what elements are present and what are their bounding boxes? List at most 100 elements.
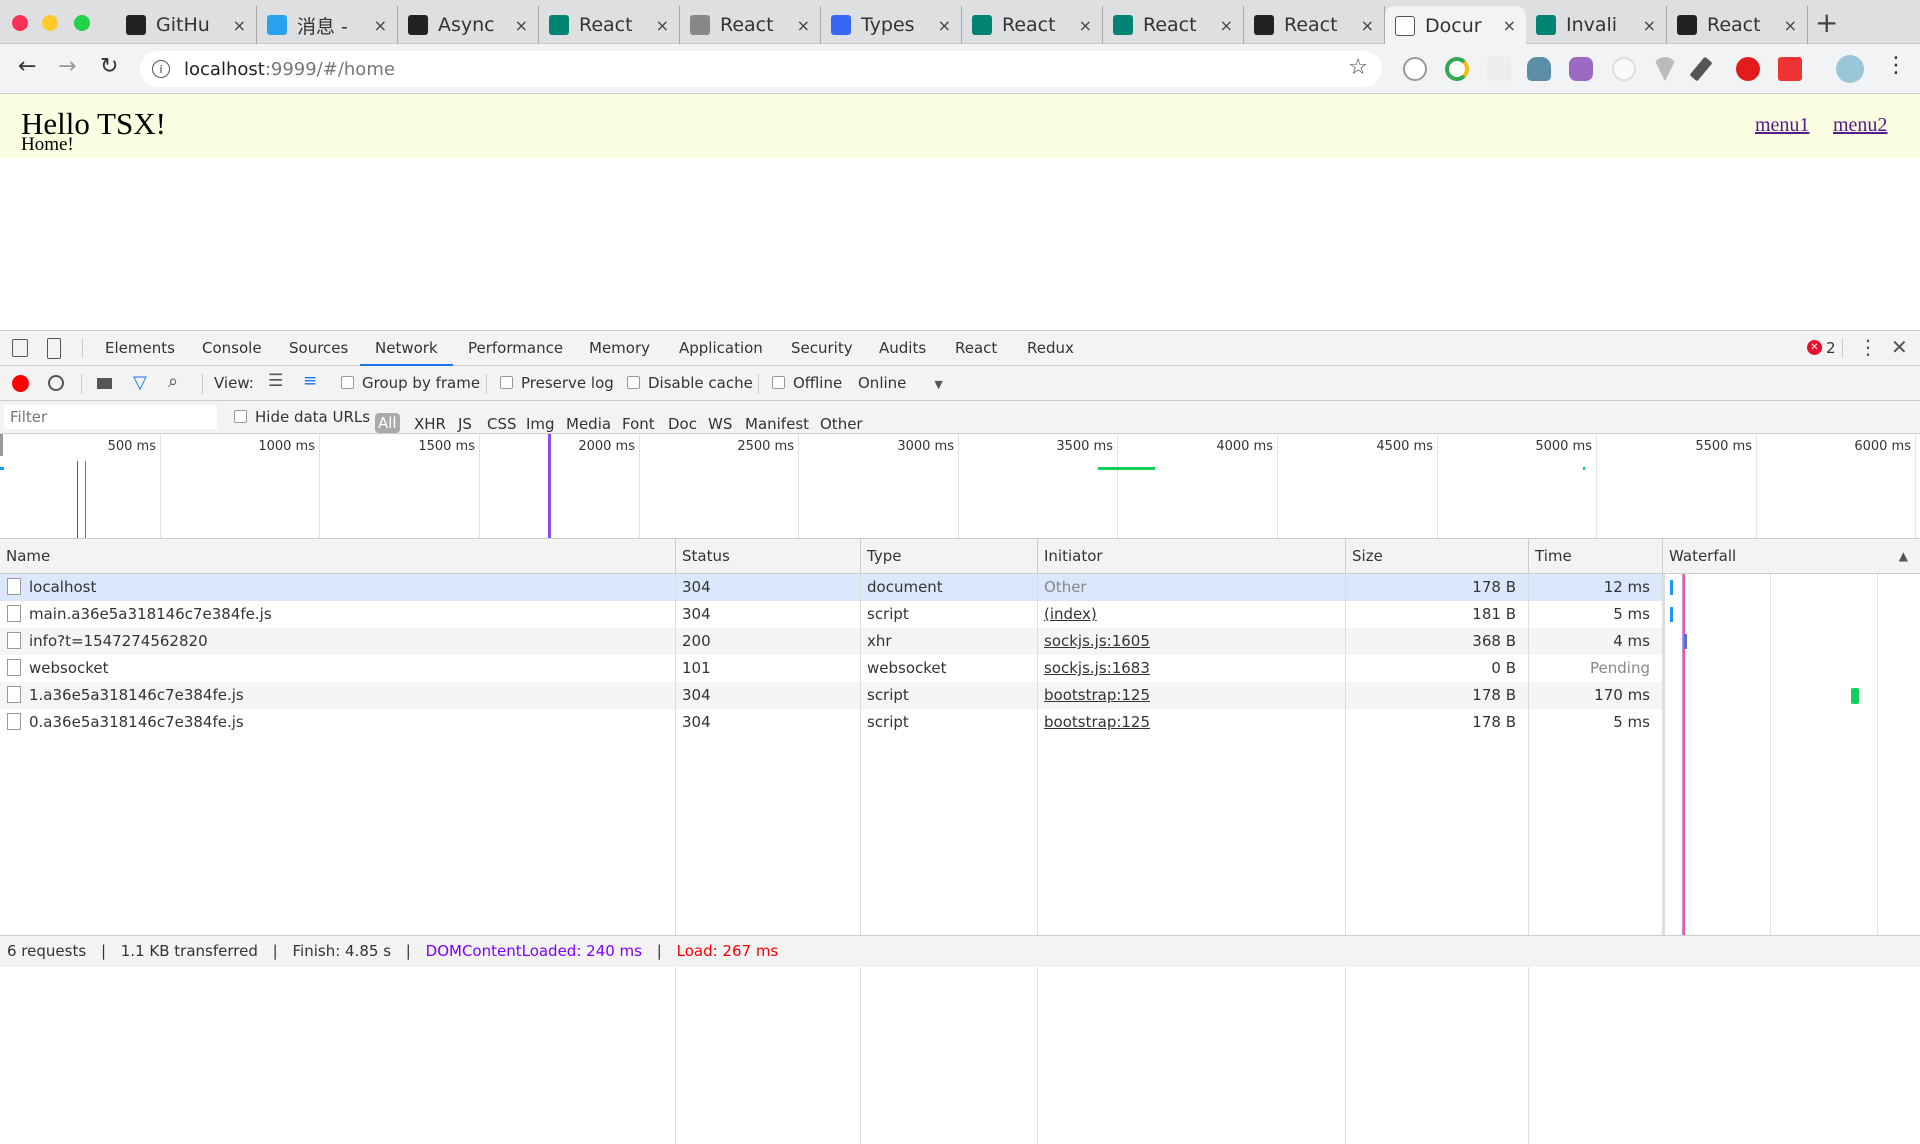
forward-icon[interactable]: → bbox=[58, 54, 76, 79]
browser-tab[interactable]: React × bbox=[962, 6, 1103, 44]
table-row[interactable]: websocket 101 websocket sockjs.js:1683 0 B Pe… bbox=[0, 655, 1662, 682]
filter-type-img[interactable]: Img bbox=[526, 415, 555, 433]
devtools-tab-console[interactable]: Console bbox=[202, 331, 262, 366]
clear-icon[interactable] bbox=[48, 375, 64, 391]
initiator-value[interactable]: bootstrap:125 bbox=[1044, 713, 1150, 731]
browser-tab[interactable]: React × bbox=[680, 6, 821, 44]
address-bar[interactable]: i localhost:9999/#/home ☆ bbox=[140, 51, 1382, 87]
close-window-button[interactable] bbox=[12, 15, 28, 31]
filter-type-all[interactable]: All bbox=[375, 413, 400, 433]
filter-input[interactable] bbox=[4, 405, 217, 429]
column-header-name[interactable]: Name bbox=[0, 539, 675, 574]
search-icon[interactable]: ⌕ bbox=[168, 371, 178, 392]
filter-type-js[interactable]: JS bbox=[458, 415, 472, 433]
initiator-value[interactable]: (index) bbox=[1044, 605, 1097, 623]
browser-tab[interactable]: Invali × bbox=[1526, 6, 1667, 44]
browser-tab[interactable]: Docur × bbox=[1385, 6, 1526, 45]
close-tab-icon[interactable]: × bbox=[938, 16, 951, 35]
extension-icon[interactable] bbox=[1736, 57, 1760, 81]
devtools-tab-sources[interactable]: Sources bbox=[289, 331, 348, 366]
bookmark-star-icon[interactable]: ☆ bbox=[1348, 55, 1368, 80]
browser-tab[interactable]: React × bbox=[1667, 6, 1808, 44]
close-tab-icon[interactable]: × bbox=[515, 16, 528, 35]
browser-tab[interactable]: React × bbox=[1244, 6, 1385, 44]
extension-icon[interactable] bbox=[1569, 57, 1593, 81]
extension-icon[interactable] bbox=[1445, 57, 1469, 81]
filter-type-ws[interactable]: WS bbox=[708, 415, 732, 433]
close-devtools-icon[interactable]: ✕ bbox=[1891, 335, 1908, 359]
error-icon[interactable]: ✕ bbox=[1807, 340, 1822, 355]
devtools-tab-security[interactable]: Security bbox=[791, 331, 853, 366]
extension-icon[interactable] bbox=[1487, 57, 1511, 81]
devtools-menu-icon[interactable]: ⋮ bbox=[1858, 335, 1878, 359]
browser-tab[interactable]: GitHu × bbox=[116, 6, 257, 44]
column-header-time[interactable]: Time bbox=[1528, 539, 1662, 574]
avatar[interactable] bbox=[1836, 55, 1864, 83]
close-tab-icon[interactable]: × bbox=[1643, 16, 1656, 35]
group-by-frame-checkbox[interactable]: Group by frame bbox=[341, 374, 480, 392]
filter-type-css[interactable]: CSS bbox=[487, 415, 517, 433]
table-row[interactable]: localhost 304 document Other 178 B 12 ms bbox=[0, 574, 1662, 601]
timeline-selection-handle[interactable] bbox=[0, 434, 3, 456]
inspect-element-icon[interactable] bbox=[12, 339, 28, 357]
close-tab-icon[interactable]: × bbox=[233, 16, 246, 35]
browser-tab[interactable]: React × bbox=[539, 6, 680, 44]
devtools-tab-performance[interactable]: Performance bbox=[468, 331, 563, 366]
table-row[interactable]: 1.a36e5a318146c7e384fe.js 304 script bootst… bbox=[0, 682, 1662, 709]
extension-icon[interactable] bbox=[1527, 57, 1551, 81]
browser-menu-icon[interactable]: ⋮ bbox=[1885, 53, 1907, 78]
extension-icon[interactable] bbox=[1612, 57, 1636, 81]
filter-type-media[interactable]: Media bbox=[566, 415, 611, 433]
close-tab-icon[interactable]: × bbox=[656, 16, 669, 35]
devtools-tab-react[interactable]: React bbox=[955, 331, 997, 366]
minimize-window-button[interactable] bbox=[42, 15, 58, 31]
error-count[interactable]: 2 bbox=[1826, 339, 1836, 357]
table-row[interactable]: 0.a36e5a318146c7e384fe.js 304 script bootst… bbox=[0, 709, 1662, 736]
initiator-value[interactable]: sockjs.js:1605 bbox=[1044, 632, 1150, 650]
column-header-size[interactable]: Size bbox=[1345, 539, 1528, 574]
eyedropper-icon[interactable] bbox=[1689, 56, 1713, 82]
close-tab-icon[interactable]: × bbox=[1784, 16, 1797, 35]
filter-type-doc[interactable]: Doc bbox=[668, 415, 697, 433]
network-overview-timeline[interactable]: 500 ms 1000 ms 1500 ms 2000 ms 2500 ms 3000 m… bbox=[0, 434, 1920, 539]
filter-type-font[interactable]: Font bbox=[622, 415, 655, 433]
new-tab-button[interactable]: + bbox=[1815, 6, 1838, 39]
devtools-tab-application[interactable]: Application bbox=[679, 331, 763, 366]
browser-tab[interactable]: Types × bbox=[821, 6, 962, 44]
column-header-waterfall[interactable]: Waterfall ▲ bbox=[1662, 539, 1920, 574]
initiator-value[interactable]: bootstrap:125 bbox=[1044, 686, 1150, 704]
vue-devtools-icon[interactable] bbox=[1653, 57, 1677, 81]
devtools-tab-audits[interactable]: Audits bbox=[879, 331, 926, 366]
large-rows-icon[interactable]: ☰ bbox=[268, 371, 283, 391]
hide-data-urls-checkbox[interactable]: Hide data URLs bbox=[234, 408, 370, 426]
browser-tab[interactable]: React × bbox=[1103, 6, 1244, 44]
reload-icon[interactable]: ↻ bbox=[100, 54, 118, 79]
column-header-status[interactable]: Status bbox=[675, 539, 860, 574]
filter-type-xhr[interactable]: XHR bbox=[414, 415, 446, 433]
table-row[interactable]: info?t=1547274562820 200 xhr sockjs.js:1605… bbox=[0, 628, 1662, 655]
record-button[interactable] bbox=[12, 375, 29, 392]
table-row[interactable]: main.a36e5a318146c7e384fe.js 304 script (in… bbox=[0, 601, 1662, 628]
disable-cache-checkbox[interactable]: Disable cache bbox=[627, 374, 753, 392]
column-header-initiator[interactable]: Initiator bbox=[1037, 539, 1345, 574]
browser-tab[interactable]: Async × bbox=[398, 6, 539, 44]
filter-icon[interactable]: ▽ bbox=[133, 372, 147, 393]
devtools-tab-redux[interactable]: Redux bbox=[1027, 331, 1074, 366]
menu2-link[interactable]: menu2 bbox=[1833, 114, 1887, 137]
close-tab-icon[interactable]: × bbox=[1220, 16, 1233, 35]
maximize-window-button[interactable] bbox=[74, 15, 90, 31]
close-tab-icon[interactable]: × bbox=[1361, 16, 1374, 35]
throttling-select[interactable]: Online ▼ bbox=[858, 374, 943, 392]
column-header-type[interactable]: Type bbox=[860, 539, 1037, 574]
waterfall-overview-icon[interactable]: ≡ bbox=[303, 371, 317, 391]
filter-type-manifest[interactable]: Manifest bbox=[745, 415, 809, 433]
preserve-log-checkbox[interactable]: Preserve log bbox=[500, 374, 614, 392]
info-icon[interactable]: i bbox=[152, 60, 170, 78]
close-tab-icon[interactable]: × bbox=[797, 16, 810, 35]
devtools-tab-memory[interactable]: Memory bbox=[589, 331, 650, 366]
extension-icon[interactable] bbox=[1403, 57, 1427, 81]
capture-screenshots-icon[interactable] bbox=[97, 378, 112, 389]
devtools-tab-network[interactable]: Network bbox=[360, 331, 453, 366]
browser-tab[interactable]: 消息 - × bbox=[257, 6, 398, 44]
close-tab-icon[interactable]: × bbox=[1503, 16, 1516, 35]
